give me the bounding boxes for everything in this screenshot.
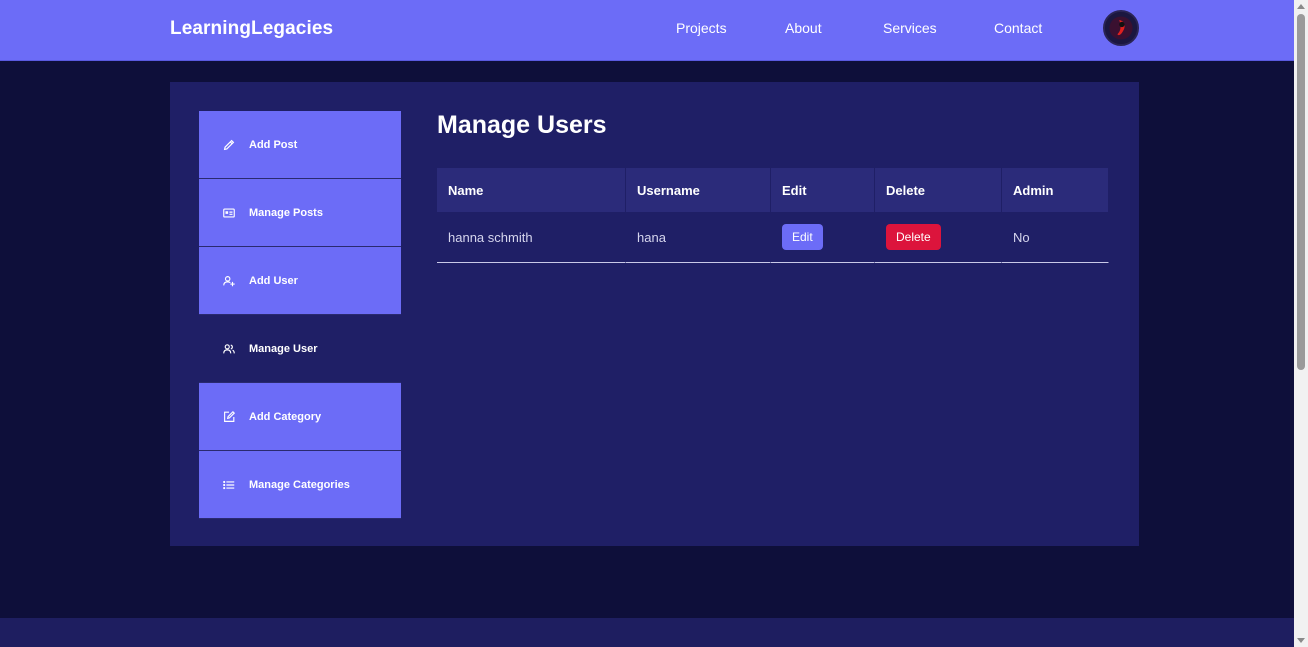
top-navbar: LearningLegacies Projects About Services… xyxy=(0,0,1294,61)
avatar[interactable] xyxy=(1103,10,1139,46)
avatar-image-icon xyxy=(1105,12,1137,44)
users-icon xyxy=(222,342,236,356)
sidebar-item-label: Add User xyxy=(249,274,298,287)
list-icon xyxy=(222,478,236,492)
column-header-username: Username xyxy=(626,168,771,212)
scrollbar-thumb[interactable] xyxy=(1297,14,1305,370)
nav-link-contact[interactable]: Contact xyxy=(994,20,1042,36)
nav-link-projects[interactable]: Projects xyxy=(676,20,727,36)
scroll-down-arrow-icon[interactable] xyxy=(1297,638,1305,643)
sidebar-item-add-post[interactable]: Add Post xyxy=(199,111,401,179)
cell-edit: Edit xyxy=(771,212,875,263)
column-header-delete: Delete xyxy=(875,168,1002,212)
edit-user-button[interactable]: Edit xyxy=(782,224,823,250)
posts-card-icon xyxy=(222,206,236,220)
sidebar-item-manage-categories[interactable]: Manage Categories xyxy=(199,451,401,519)
sidebar-item-manage-posts[interactable]: Manage Posts xyxy=(199,179,401,247)
admin-panel: Add Post Manage Posts Add User Manage Us… xyxy=(170,82,1139,546)
sidebar-item-label: Add Category xyxy=(249,410,322,423)
table-row: hanna schmith hana Edit Delete No xyxy=(437,212,1109,263)
cell-admin: No xyxy=(1002,212,1109,263)
sidebar-item-add-category[interactable]: Add Category xyxy=(199,383,401,451)
sidebar-item-label: Manage Categories xyxy=(249,478,350,491)
cell-username: hana xyxy=(626,212,771,263)
edit-square-icon xyxy=(222,410,236,424)
add-user-icon xyxy=(222,274,236,288)
nav-link-about[interactable]: About xyxy=(785,20,822,36)
brand-logo[interactable]: LearningLegacies xyxy=(170,18,333,40)
users-table: Name Username Edit Delete Admin hanna sc… xyxy=(437,168,1109,263)
column-header-admin: Admin xyxy=(1002,168,1109,212)
column-header-name: Name xyxy=(437,168,626,212)
sidebar-item-label: Manage User xyxy=(249,342,318,355)
scroll-up-arrow-icon[interactable] xyxy=(1297,4,1305,9)
table-header-row: Name Username Edit Delete Admin xyxy=(437,168,1109,212)
footer xyxy=(0,618,1294,647)
nav-link-services[interactable]: Services xyxy=(883,20,937,36)
vertical-scrollbar[interactable] xyxy=(1294,0,1308,647)
cell-delete: Delete xyxy=(875,212,1002,263)
sidebar-item-label: Manage Posts xyxy=(249,206,323,219)
pencil-icon xyxy=(222,138,236,152)
page-title: Manage Users xyxy=(437,111,607,139)
column-header-edit: Edit xyxy=(771,168,875,212)
sidebar: Add Post Manage Posts Add User Manage Us… xyxy=(199,111,401,519)
sidebar-item-add-user[interactable]: Add User xyxy=(199,247,401,315)
delete-user-button[interactable]: Delete xyxy=(886,224,941,250)
sidebar-item-label: Add Post xyxy=(249,138,298,151)
main-content: Manage Users Name Username Edit Delete A… xyxy=(437,111,1109,263)
cell-name: hanna schmith xyxy=(437,212,626,263)
sidebar-item-manage-user[interactable]: Manage User xyxy=(199,315,401,383)
